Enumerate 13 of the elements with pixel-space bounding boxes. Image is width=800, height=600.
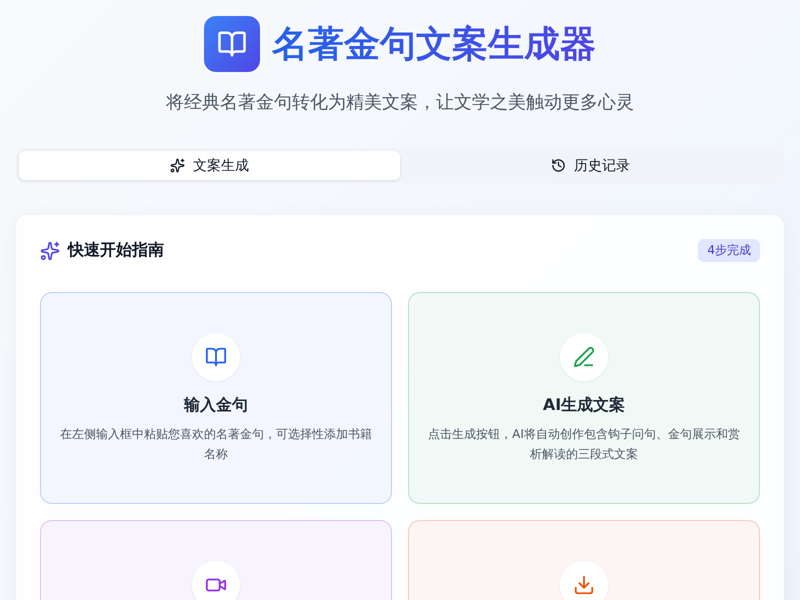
step-title: AI生成文案 [542, 395, 626, 416]
steps-badge: 4步完成 [698, 239, 760, 262]
sparkles-icon [40, 240, 60, 260]
tab[interactable]: 文案生成 [19, 151, 400, 180]
step-title: 输入金句 [184, 395, 248, 416]
book-logo [204, 16, 260, 72]
step-description: 点击生成按钮，AI将自动创作包含钩子问句、金句展示和赏析解读的三段式文案 [427, 426, 741, 463]
tab[interactable]: 历史记录 [400, 151, 781, 180]
step-description: 在左侧输入框中粘贴您喜欢的名著金句，可选择性添加书籍名称 [59, 426, 373, 463]
history-icon [551, 158, 566, 173]
sparkles-icon [170, 158, 185, 173]
app-subtitle: 将经典名著金句转化为精美文案，让文学之美触动更多心灵 [166, 91, 634, 114]
guide-title: 快速开始指南 [68, 240, 164, 261]
